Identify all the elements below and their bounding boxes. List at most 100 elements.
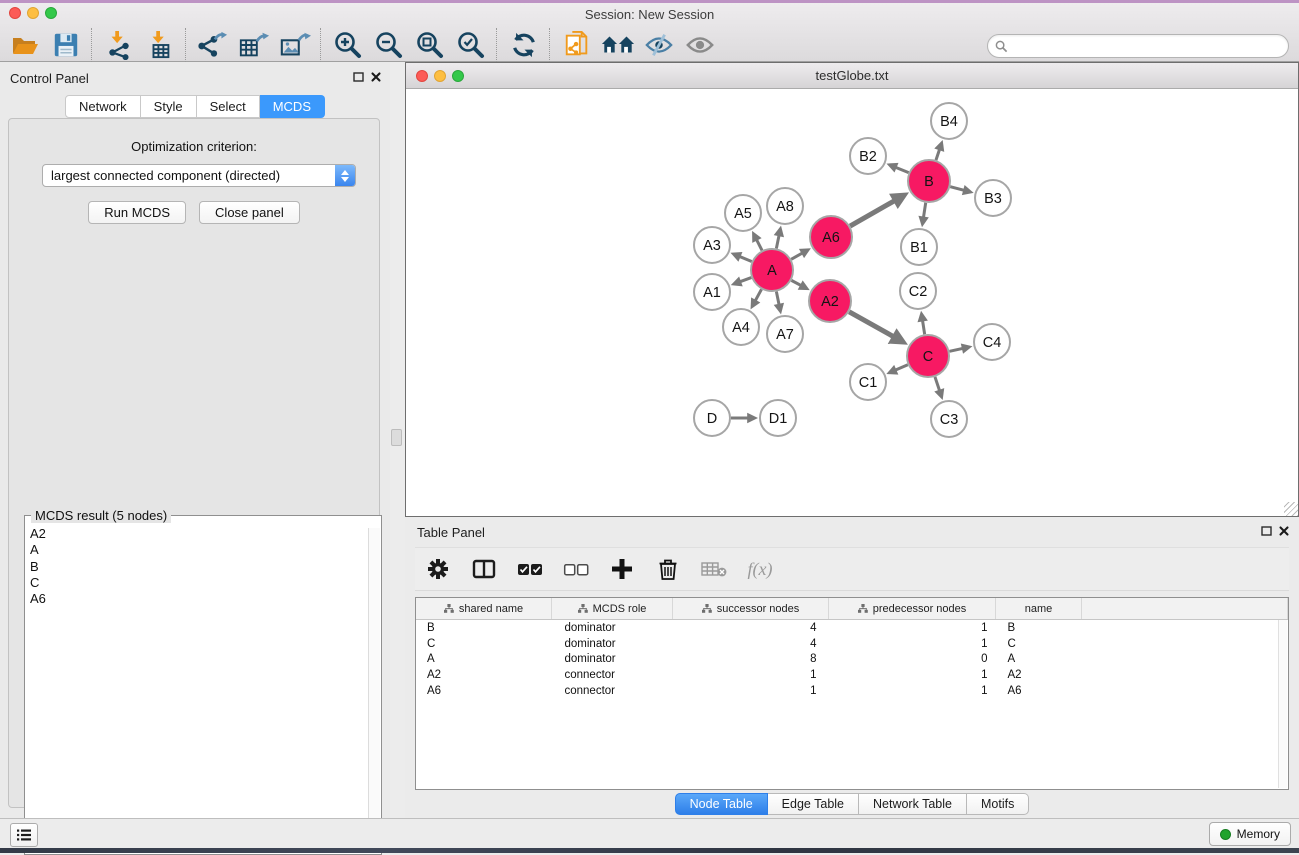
show-panel-button[interactable] [679, 28, 720, 62]
table-cell[interactable]: C [996, 636, 1082, 652]
table-cell[interactable] [1082, 620, 1288, 636]
deselect-all-button[interactable] [553, 549, 599, 589]
table-cell[interactable]: 1 [673, 667, 829, 683]
import-network-button[interactable] [98, 28, 139, 62]
table-cell[interactable]: 8 [673, 651, 829, 667]
table-cell[interactable]: A [996, 651, 1082, 667]
table-cell[interactable]: A [416, 651, 552, 667]
edge-arrowhead [934, 140, 944, 152]
tab-edge-table[interactable]: Edge Table [768, 793, 859, 815]
column-header[interactable]: predecessor nodes [829, 598, 996, 620]
network-window-titlebar[interactable]: testGlobe.txt [406, 63, 1298, 89]
export-table-button[interactable] [233, 28, 274, 62]
vertical-split-handle[interactable] [391, 429, 402, 446]
mcds-result-scrollbar[interactable] [368, 528, 380, 853]
search-input[interactable] [1012, 38, 1266, 54]
delete-row-button[interactable] [645, 549, 691, 589]
table-cell[interactable]: 1 [829, 620, 996, 636]
tab-node-table[interactable]: Node Table [675, 793, 768, 815]
save-floppy-icon [52, 31, 80, 59]
edge-arrowhead [918, 216, 928, 227]
tab-mcds[interactable]: MCDS [260, 95, 325, 118]
task-history-button[interactable] [10, 823, 38, 847]
float-panel-icon[interactable] [1261, 526, 1272, 536]
column-header[interactable]: name [996, 598, 1082, 620]
close-panel-button[interactable]: Close panel [199, 201, 300, 224]
table-cell[interactable]: C [416, 636, 552, 652]
run-mcds-button[interactable]: Run MCDS [88, 201, 186, 224]
criterion-dropdown[interactable]: largest connected component (directed) [42, 164, 356, 187]
zoom-out-button[interactable] [368, 28, 409, 62]
table-cell[interactable]: 1 [673, 683, 829, 699]
mcds-result-item[interactable]: A [30, 542, 367, 558]
table-scrollbar[interactable] [1278, 620, 1287, 788]
memory-button[interactable]: Memory [1209, 822, 1291, 846]
table-cell[interactable]: 4 [673, 620, 829, 636]
add-row-button[interactable] [599, 549, 645, 589]
tab-network-table[interactable]: Network Table [859, 793, 967, 815]
table-cell[interactable]: connector [552, 667, 673, 683]
table-cell[interactable]: B [416, 620, 552, 636]
column-header[interactable] [1082, 598, 1288, 620]
table-cell[interactable]: A6 [416, 683, 552, 699]
select-all-button[interactable] [507, 549, 553, 589]
table-cell[interactable] [1082, 651, 1288, 667]
column-header[interactable]: MCDS role [552, 598, 673, 620]
tab-style[interactable]: Style [141, 95, 197, 118]
mcds-result-item[interactable]: A6 [30, 591, 367, 607]
zoom-selected-icon [456, 30, 486, 60]
close-panel-icon[interactable] [371, 72, 381, 82]
table-cell[interactable]: 4 [673, 636, 829, 652]
table-settings-button[interactable] [415, 549, 461, 589]
column-header[interactable]: successor nodes [673, 598, 829, 620]
table-cell[interactable]: 1 [829, 636, 996, 652]
mcds-result-item[interactable]: A2 [30, 526, 367, 542]
mcds-result-item[interactable]: C [30, 575, 367, 591]
table-cell[interactable]: B [996, 620, 1082, 636]
function-builder-button[interactable]: f(x) [737, 549, 783, 589]
toolbar-search[interactable] [987, 34, 1289, 58]
tab-motifs[interactable]: Motifs [967, 793, 1029, 815]
column-header[interactable]: shared name [416, 598, 552, 620]
table-cell[interactable]: A2 [996, 667, 1082, 683]
graph-edge-A6-B[interactable] [850, 197, 900, 226]
table-cell[interactable]: connector [552, 683, 673, 699]
zoom-fit-button[interactable] [409, 28, 450, 62]
mcds-result-list[interactable]: A2ABCA6 [30, 526, 367, 850]
show-columns-button[interactable] [461, 549, 507, 589]
float-panel-icon[interactable] [353, 72, 364, 82]
table-cell[interactable]: dominator [552, 651, 673, 667]
export-image-button[interactable] [274, 28, 315, 62]
export-network-button[interactable] [192, 28, 233, 62]
table-cell[interactable] [1082, 667, 1288, 683]
delete-table-button[interactable] [691, 549, 737, 589]
column-header-label: MCDS role [593, 603, 647, 615]
tab-network[interactable]: Network [65, 95, 141, 118]
table-cell[interactable]: 1 [829, 683, 996, 699]
table-cell[interactable] [1082, 683, 1288, 699]
refresh-view-button[interactable] [503, 28, 544, 62]
import-table-button[interactable] [139, 28, 180, 62]
table-cell[interactable]: 0 [829, 651, 996, 667]
table-cell[interactable]: dominator [552, 636, 673, 652]
zoom-selected-button[interactable] [450, 28, 491, 62]
table-row: A6connector11A6 [416, 683, 1288, 699]
mcds-result-item[interactable]: B [30, 559, 367, 575]
graph-edge-A2-C[interactable] [849, 312, 899, 340]
resize-grip[interactable] [1284, 502, 1298, 516]
home-view-button[interactable] [597, 28, 638, 62]
zoom-in-button[interactable] [327, 28, 368, 62]
save-session-button[interactable] [45, 28, 86, 62]
clone-network-button[interactable] [556, 28, 597, 62]
table-cell[interactable]: A6 [996, 683, 1082, 699]
network-canvas[interactable]: B4B2BB3A5A8A6A3B1AA1C2A2A4A7C4CC1C3DD1 [407, 89, 1297, 516]
close-panel-icon[interactable] [1279, 526, 1289, 536]
table-cell[interactable] [1082, 636, 1288, 652]
open-session-button[interactable] [4, 28, 45, 62]
table-cell[interactable]: A2 [416, 667, 552, 683]
tab-select[interactable]: Select [197, 95, 260, 118]
hide-panel-button[interactable] [638, 28, 679, 62]
column-header-label: name [1025, 603, 1053, 615]
table-cell[interactable]: 1 [829, 667, 996, 683]
table-cell[interactable]: dominator [552, 620, 673, 636]
